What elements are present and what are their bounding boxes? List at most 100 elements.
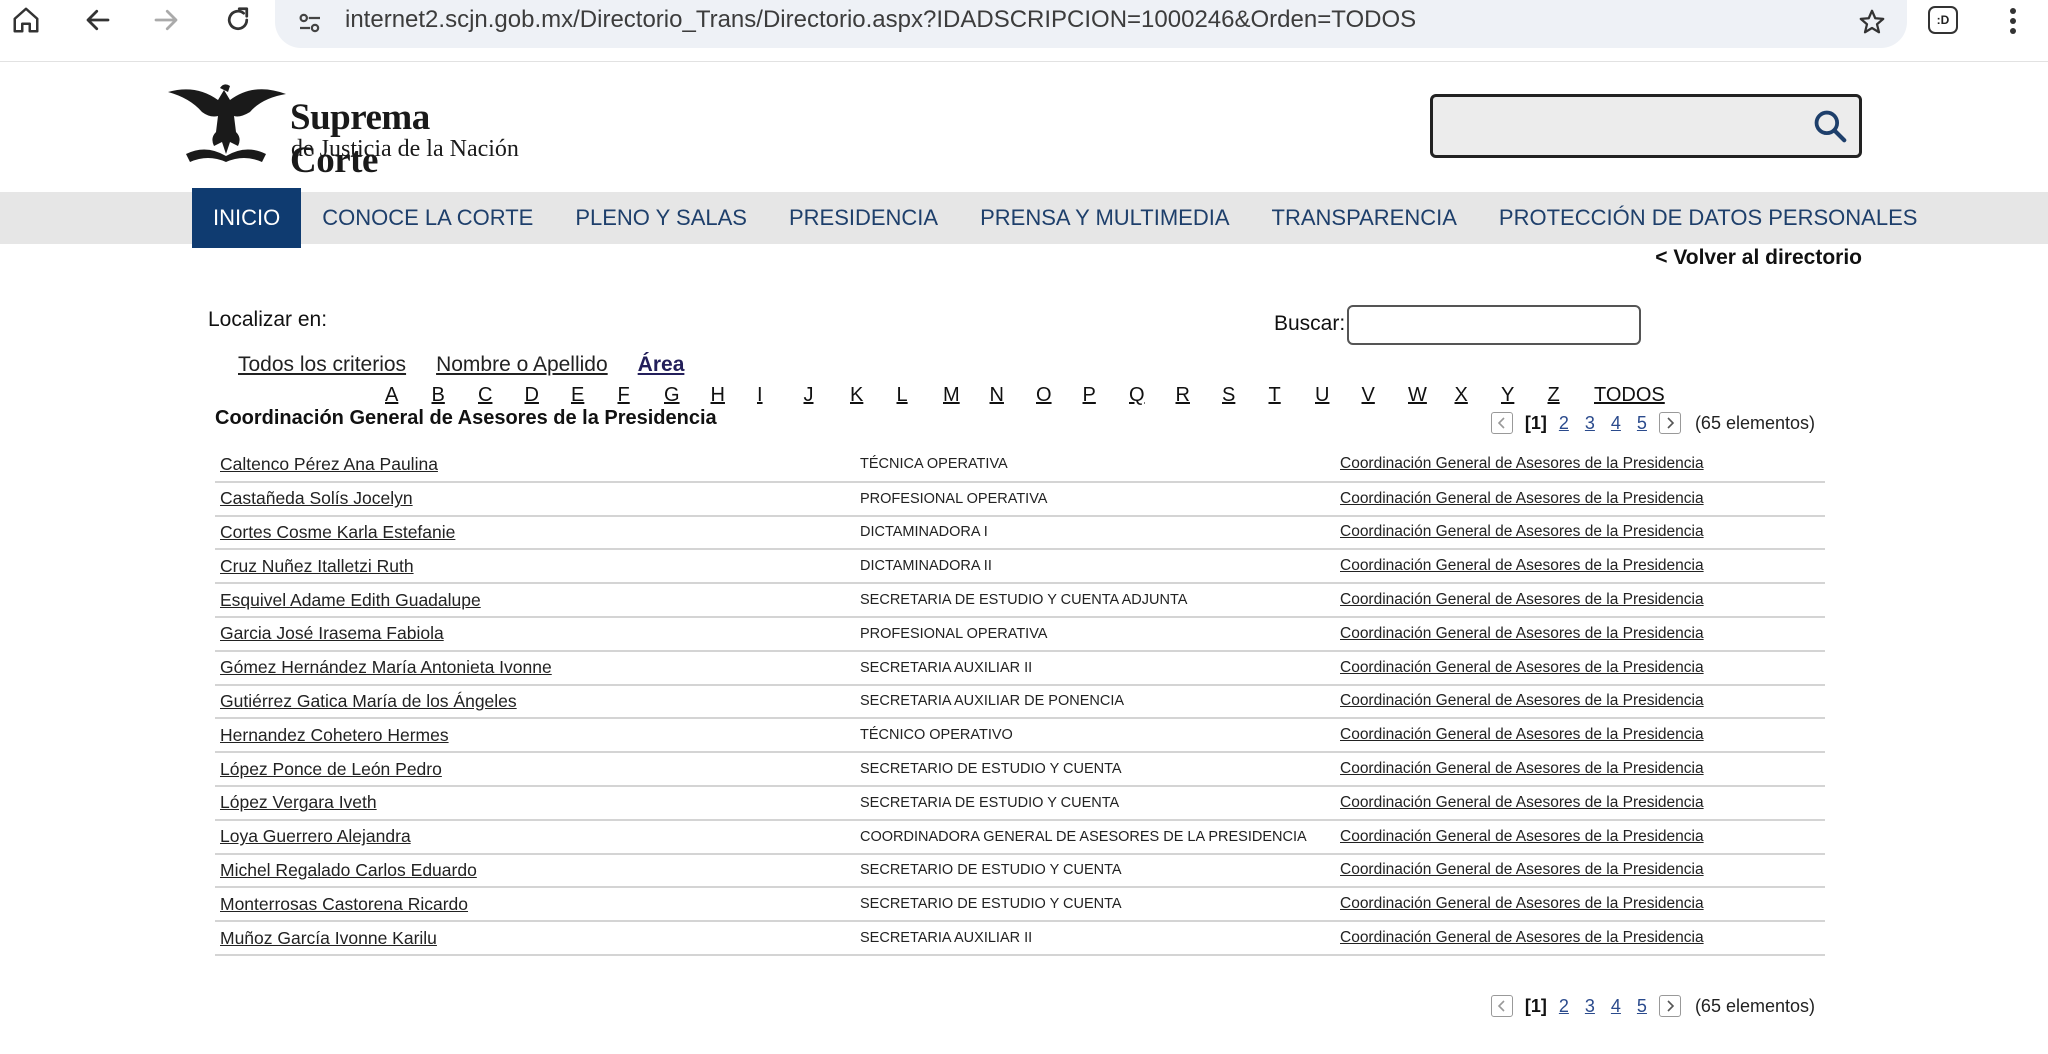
page-link[interactable]: 4 (1611, 413, 1621, 434)
alphabet-letter-d[interactable]: D (525, 384, 572, 407)
forward-arrow-icon[interactable] (140, 0, 192, 40)
area-cell: Coordinación General de Asesores de la P… (1335, 921, 1825, 956)
area-cell: Coordinación General de Asesores de la P… (1335, 718, 1825, 754)
nav-item-pleno-y-salas[interactable]: PLENO Y SALAS (554, 188, 768, 248)
person-name-link[interactable]: Cortes Cosme Karla Estefanie (220, 522, 455, 542)
area-link[interactable]: Coordinación General de Asesores de la P… (1340, 895, 1704, 912)
element-count: (65 elementos) (1694, 412, 1815, 433)
alphabet-letter-h[interactable]: H (711, 384, 758, 407)
alphabet-letter-q[interactable]: Q (1129, 384, 1176, 407)
nav-item-prensa-y-multimedia[interactable]: PRENSA Y MULTIMEDIA (959, 188, 1250, 248)
alphabet-letter-w[interactable]: W (1408, 384, 1455, 407)
person-name-link[interactable]: Muñoz García Ivonne Karilu (220, 928, 437, 948)
page-link[interactable]: 3 (1585, 996, 1595, 1017)
site-search-input[interactable] (1430, 94, 1862, 158)
alphabet-letter-y[interactable]: Y (1501, 384, 1548, 407)
person-name-link[interactable]: Monterrosas Castorena Ricardo (220, 894, 468, 914)
area-link[interactable]: Coordinación General de Asesores de la P… (1340, 828, 1704, 845)
reload-icon[interactable] (212, 0, 264, 40)
page-link[interactable]: 5 (1637, 413, 1647, 434)
area-link[interactable]: Coordinación General de Asesores de la P… (1340, 794, 1704, 811)
alphabet-letter-m[interactable]: M (943, 384, 990, 407)
criteria-area[interactable]: Área (638, 353, 685, 377)
alphabet-letter-u[interactable]: U (1315, 384, 1362, 407)
next-page-icon[interactable] (1658, 412, 1681, 434)
alphabet-letter-b[interactable]: B (432, 384, 479, 407)
page-link[interactable]: 3 (1585, 413, 1595, 434)
area-link[interactable]: Coordinación General de Asesores de la P… (1340, 692, 1704, 709)
address-bar[interactable]: internet2.scjn.gob.mx/Directorio_Trans/D… (275, 0, 1907, 48)
alphabet-letter-c[interactable]: C (478, 384, 525, 407)
person-name-link[interactable]: López Ponce de León Pedro (220, 759, 442, 779)
alphabet-letter-j[interactable]: J (804, 384, 851, 407)
area-link[interactable]: Coordinación General de Asesores de la P… (1340, 455, 1704, 472)
criteria-nombre[interactable]: Nombre o Apellido (436, 353, 608, 377)
alphabet-letter-v[interactable]: V (1362, 384, 1409, 407)
alphabet-letter-o[interactable]: O (1036, 384, 1083, 407)
nav-item-inicio[interactable]: INICIO (192, 188, 302, 248)
person-name-link[interactable]: Hernandez Cohetero Hermes (220, 725, 449, 745)
prev-page-icon[interactable] (1490, 995, 1513, 1017)
nav-item-conoce-la-corte[interactable]: CONOCE LA CORTE (301, 188, 554, 248)
browser-menu-icon[interactable] (1998, 4, 2028, 38)
person-name-link[interactable]: Castañeda Solís Jocelyn (220, 488, 413, 508)
alphabet-letter-e[interactable]: E (571, 384, 618, 407)
url-text[interactable]: internet2.scjn.gob.mx/Directorio_Trans/D… (345, 6, 1416, 34)
area-link[interactable]: Coordinación General de Asesores de la P… (1340, 929, 1704, 946)
person-name-link[interactable]: Michel Regalado Carlos Eduardo (220, 860, 477, 880)
alphabet-letter-g[interactable]: G (664, 384, 711, 407)
search-icon[interactable] (1811, 107, 1849, 150)
area-link[interactable]: Coordinación General de Asesores de la P… (1340, 557, 1704, 574)
extension-icon[interactable]: :D (1928, 6, 1958, 34)
alphabet-letter-k[interactable]: K (850, 384, 897, 407)
alphabet-letter-t[interactable]: T (1269, 384, 1316, 407)
scjn-logo[interactable]: Suprema Corte de Justicia de la Nación (166, 82, 526, 181)
person-name-link[interactable]: Esquivel Adame Edith Guadalupe (220, 590, 481, 610)
area-link[interactable]: Coordinación General de Asesores de la P… (1340, 591, 1704, 608)
person-name-link[interactable]: Garcia José Irasema Fabiola (220, 623, 444, 643)
person-name-link[interactable]: López Vergara Iveth (220, 792, 377, 812)
area-link[interactable]: Coordinación General de Asesores de la P… (1340, 523, 1704, 540)
back-arrow-icon[interactable] (72, 0, 124, 40)
area-cell: Coordinación General de Asesores de la P… (1335, 785, 1825, 821)
search-criteria: Todos los criterios Nombre o Apellido Ár… (238, 353, 684, 377)
bookmark-star-icon[interactable] (1857, 7, 1887, 37)
alphabet-letter-r[interactable]: R (1176, 384, 1223, 407)
person-name-link[interactable]: Gutiérrez Gatica María de los Ángeles (220, 691, 517, 711)
person-name-link[interactable]: Gómez Hernández María Antonieta Ivonne (220, 657, 552, 677)
area-link[interactable]: Coordinación General de Asesores de la P… (1340, 659, 1704, 676)
person-name-link[interactable]: Caltenco Pérez Ana Paulina (220, 454, 438, 474)
alphabet-letter-f[interactable]: F (618, 384, 665, 407)
nav-item-presidencia[interactable]: PRESIDENCIA (768, 188, 959, 248)
page-link[interactable]: 2 (1559, 996, 1569, 1017)
area-link[interactable]: Coordinación General de Asesores de la P… (1340, 625, 1704, 642)
alphabet-letter-l[interactable]: L (897, 384, 944, 407)
area-cell: Coordinación General de Asesores de la P… (1335, 819, 1825, 855)
alphabet-letter-todos[interactable]: TODOS (1594, 384, 1665, 407)
home-icon[interactable] (0, 0, 52, 40)
alphabet-letter-x[interactable]: X (1455, 384, 1502, 407)
site-settings-icon[interactable] (295, 8, 325, 38)
page-link[interactable]: 2 (1559, 413, 1569, 434)
next-page-icon[interactable] (1658, 995, 1681, 1017)
area-link[interactable]: Coordinación General de Asesores de la P… (1340, 490, 1704, 507)
alphabet-letter-i[interactable]: I (757, 384, 804, 407)
buscar-input[interactable] (1347, 305, 1641, 345)
alphabet-letter-n[interactable]: N (990, 384, 1037, 407)
area-link[interactable]: Coordinación General de Asesores de la P… (1340, 760, 1704, 777)
alphabet-letter-s[interactable]: S (1222, 384, 1269, 407)
alphabet-letter-z[interactable]: Z (1548, 384, 1595, 407)
alphabet-letter-a[interactable]: A (385, 384, 432, 407)
alphabet-letter-p[interactable]: P (1083, 384, 1130, 407)
prev-page-icon[interactable] (1490, 412, 1513, 434)
criteria-todos[interactable]: Todos los criterios (238, 353, 406, 377)
page-link[interactable]: 4 (1611, 996, 1621, 1017)
nav-item-proteccion-datos[interactable]: PROTECCIÓN DE DATOS PERSONALES (1478, 188, 1939, 248)
page-link[interactable]: 5 (1637, 996, 1647, 1017)
person-name-link[interactable]: Cruz Nuñez Italletzi Ruth (220, 556, 414, 576)
area-link[interactable]: Coordinación General de Asesores de la P… (1340, 726, 1704, 743)
person-name-link[interactable]: Loya Guerrero Alejandra (220, 826, 411, 846)
back-to-directory-link[interactable]: < Volver al directorio (1655, 246, 1862, 270)
nav-item-transparencia[interactable]: TRANSPARENCIA (1251, 188, 1478, 248)
area-link[interactable]: Coordinación General de Asesores de la P… (1340, 861, 1704, 878)
